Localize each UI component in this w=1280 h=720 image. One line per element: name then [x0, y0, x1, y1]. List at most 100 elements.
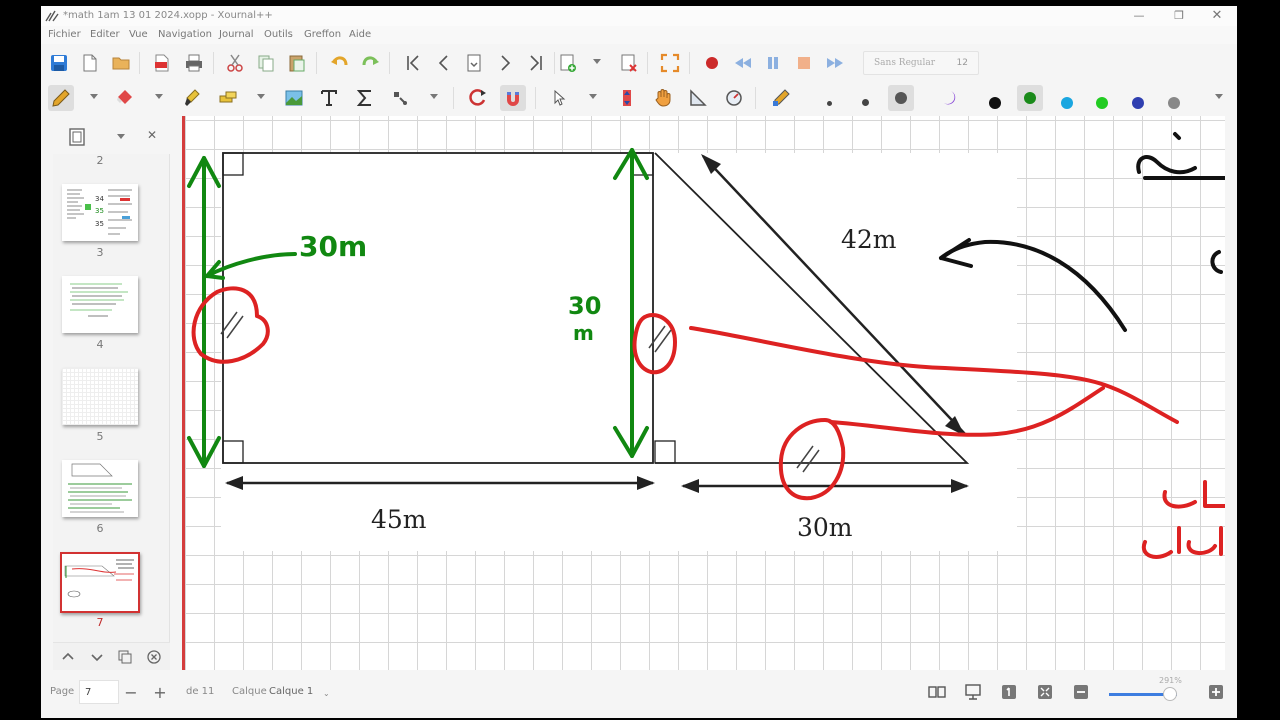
thickness-fine-button[interactable]	[827, 101, 832, 106]
copy-button[interactable]	[253, 50, 279, 76]
close-button[interactable]: ✕	[1203, 8, 1231, 24]
print-button[interactable]	[181, 50, 207, 76]
stop-button[interactable]	[791, 50, 817, 76]
save-button[interactable]	[46, 50, 72, 76]
undo-button[interactable]	[327, 50, 353, 76]
page-preview-icon[interactable]	[67, 127, 87, 147]
latex-tool-button[interactable]	[352, 85, 378, 111]
layer-selector[interactable]: Calque 1	[269, 686, 313, 697]
last-page-button[interactable]	[523, 50, 549, 76]
zoom-fit-icon[interactable]	[1035, 682, 1055, 702]
select-dropdown[interactable]	[589, 94, 597, 99]
shape-tool-button[interactable]	[387, 85, 413, 111]
canvas-scroll-area[interactable]: 42m 45m 30m 30m 30 m	[185, 116, 1237, 670]
rewind-button[interactable]	[730, 50, 756, 76]
previous-page-button[interactable]	[431, 50, 457, 76]
toolbar-overflow-dropdown[interactable]	[1215, 94, 1223, 99]
minimize-button[interactable]: —	[1125, 8, 1153, 24]
text-tool-button[interactable]	[316, 85, 342, 111]
zoom-in-icon[interactable]	[1206, 682, 1226, 702]
page-thumbnail-3[interactable]: 34 35 35	[62, 184, 138, 241]
thickness-medium-button[interactable]	[862, 99, 869, 106]
compass-button[interactable]	[721, 85, 747, 111]
color-cyan-button[interactable]	[1061, 97, 1073, 109]
setsquare-button[interactable]	[685, 85, 711, 111]
pen-tool-button[interactable]	[48, 85, 74, 111]
duplicate-page-icon[interactable]	[116, 648, 134, 666]
maximize-button[interactable]: ❐	[1165, 8, 1193, 24]
fast-forward-button[interactable]	[822, 50, 848, 76]
menu-fichier[interactable]: Fichier	[48, 29, 81, 40]
menu-editer[interactable]: Editer	[90, 29, 120, 40]
next-page-button[interactable]	[492, 50, 518, 76]
grid-snap-button[interactable]	[500, 85, 526, 111]
color-black-button[interactable]	[989, 97, 1001, 109]
sigma-icon	[356, 90, 371, 106]
page-thumbnail-6[interactable]	[62, 460, 138, 517]
default-tool-button[interactable]	[768, 85, 794, 111]
ruler-snap-button[interactable]	[465, 85, 491, 111]
dual-page-icon[interactable]	[927, 682, 947, 702]
fill-button[interactable]	[936, 85, 962, 111]
page-thumbnail-7-selected[interactable]	[60, 552, 140, 613]
shape-dropdown[interactable]	[430, 94, 438, 99]
page-number-input[interactable]: 7	[79, 680, 119, 704]
sidebar-view-dropdown[interactable]	[117, 134, 125, 139]
vertical-space-button[interactable]	[614, 85, 640, 111]
highlighter-tool-button[interactable]	[180, 85, 206, 111]
layer-label: Calque	[232, 686, 267, 697]
insert-page-button[interactable]	[555, 50, 581, 76]
page-thumbnail-4[interactable]	[62, 276, 138, 333]
label-green-30: 30	[568, 292, 601, 320]
goto-page-button[interactable]	[461, 50, 487, 76]
svg-text:35: 35	[95, 220, 104, 228]
chevron-down-icon[interactable]	[88, 648, 106, 666]
page-decrement-button[interactable]: −	[121, 682, 141, 702]
insert-page-dropdown[interactable]	[593, 59, 601, 64]
zoom-out-icon[interactable]	[1071, 682, 1091, 702]
color-green-selected[interactable]	[1017, 85, 1043, 111]
new-document-button[interactable]	[77, 50, 103, 76]
eraser-tool-button[interactable]	[113, 85, 139, 111]
paste-button[interactable]	[284, 50, 310, 76]
text-highlight-tool-button[interactable]	[215, 85, 241, 111]
layer-dropdown-icon[interactable]: ⌄	[323, 689, 330, 698]
record-button[interactable]	[699, 50, 725, 76]
menu-journal[interactable]: Journal	[219, 29, 254, 40]
menu-navigation[interactable]: Navigation	[158, 29, 212, 40]
first-page-button[interactable]	[400, 50, 426, 76]
cut-button[interactable]	[222, 50, 248, 76]
drawing-page[interactable]: 42m 45m 30m 30m 30 m	[185, 116, 1225, 670]
chevron-up-icon[interactable]	[59, 648, 77, 666]
menu-aide[interactable]: Aide	[349, 29, 371, 40]
thickness-thick-button[interactable]	[888, 85, 914, 111]
presentation-mode-icon[interactable]	[963, 682, 983, 702]
font-selector[interactable]: Sans Regular 12	[863, 51, 979, 75]
zoom-100-icon[interactable]	[999, 682, 1019, 702]
pause-button[interactable]	[760, 50, 786, 76]
open-button[interactable]	[108, 50, 134, 76]
menu-outils[interactable]: Outils	[264, 29, 293, 40]
hand-icon	[655, 89, 671, 107]
menu-vue[interactable]: Vue	[129, 29, 148, 40]
hand-tool-button[interactable]	[650, 85, 676, 111]
redo-button[interactable]	[357, 50, 383, 76]
fullscreen-button[interactable]	[657, 50, 683, 76]
highlight-dropdown[interactable]	[257, 94, 265, 99]
page-thumbnail-5[interactable]	[62, 368, 138, 425]
eraser-dropdown[interactable]	[155, 94, 163, 99]
select-tool-button[interactable]	[547, 85, 573, 111]
image-tool-button[interactable]	[281, 85, 307, 111]
sidebar-close-icon[interactable]: ✕	[147, 128, 157, 142]
export-pdf-button[interactable]	[149, 50, 175, 76]
delete-page-button[interactable]	[616, 50, 642, 76]
color-gray-button[interactable]	[1168, 97, 1180, 109]
pen-dropdown[interactable]	[90, 94, 98, 99]
color-blue-button[interactable]	[1132, 97, 1144, 109]
delete-page-icon[interactable]	[145, 648, 163, 666]
color-light-green-button[interactable]	[1096, 97, 1108, 109]
zoom-slider-handle[interactable]	[1163, 687, 1177, 701]
page-increment-button[interactable]: +	[150, 682, 170, 702]
menu-greffon[interactable]: Greffon	[304, 29, 341, 40]
chevron-left-icon	[438, 55, 448, 71]
